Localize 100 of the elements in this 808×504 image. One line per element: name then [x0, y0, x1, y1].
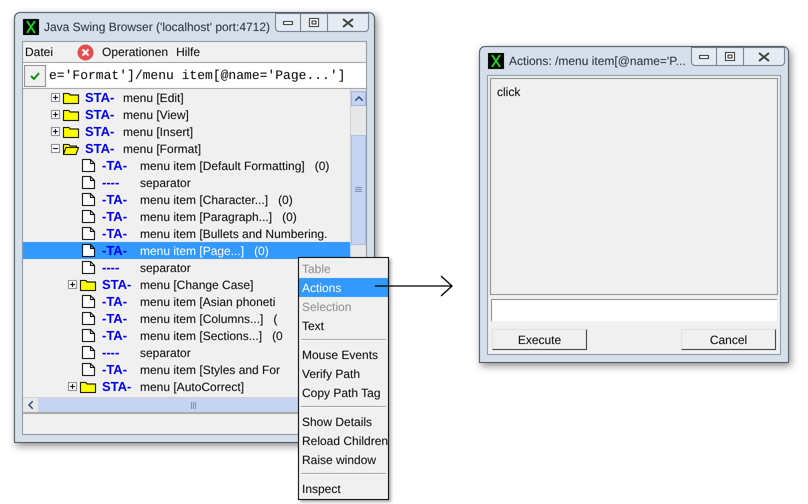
node-label: menu item [Bullets and Numbering. [140, 226, 328, 242]
tree-row[interactable]: -TA- menu item [Paragraph...] (0) [23, 208, 350, 225]
close-button[interactable] [327, 13, 370, 32]
file-icon [82, 159, 94, 172]
expand-icon[interactable] [68, 382, 77, 391]
tree-row[interactable]: ---- separator [23, 174, 350, 191]
app-logo-icon [488, 53, 504, 69]
node-label: separator [140, 174, 191, 192]
expand-icon[interactable] [51, 127, 60, 136]
tree-row[interactable]: -TA- menu item [Bullets and Numbering. [23, 225, 350, 242]
expand-icon[interactable] [51, 110, 60, 119]
node-label: menu [Format] [123, 140, 202, 158]
node-label: menu item [Page...] [140, 242, 244, 260]
node-tag: -TA- [102, 308, 140, 328]
file-icon [82, 363, 94, 376]
file-icon [82, 176, 94, 189]
folder-icon [63, 108, 79, 120]
node-tag: -TA- [102, 156, 140, 176]
close-button[interactable] [742, 47, 785, 66]
file-icon [82, 244, 94, 257]
node-tag: STA- [102, 274, 140, 294]
node-count: (0) [278, 192, 293, 208]
node-label: menu [Insert] [123, 124, 194, 140]
node-label: menu item [Styles and For [140, 362, 280, 378]
scroll-up-button[interactable] [351, 91, 366, 106]
node-tag: STA- [85, 89, 123, 108]
action-item[interactable]: click [496, 83, 522, 99]
node-label: menu item [Character...] [140, 192, 268, 208]
file-icon [82, 295, 94, 308]
expand-icon[interactable] [68, 280, 77, 289]
close-icon [342, 18, 354, 28]
node-count: (0) [254, 242, 269, 260]
node-label: separator [140, 260, 191, 276]
scroll-thumb[interactable] [351, 135, 366, 245]
node-tag: STA- [102, 376, 140, 396]
maximize-button[interactable] [301, 13, 328, 32]
folder-icon [63, 126, 79, 138]
file-icon [82, 312, 94, 325]
node-tag: -TA- [102, 326, 140, 346]
menu-item[interactable]: Hilfe [176, 43, 200, 61]
dialog-button[interactable]: Execute [492, 329, 587, 350]
node-label: menu [AutoCorrect] [140, 378, 244, 396]
node-label: menu item [Default Formatting] [140, 158, 305, 174]
window-title: Java Swing Browser ('localhost' port:4712) [44, 19, 270, 36]
input-field[interactable] [491, 299, 777, 321]
maximize-icon [309, 18, 320, 27]
close-icon [758, 52, 770, 62]
menu-item[interactable]: Operationen [102, 43, 168, 61]
context-menu-item[interactable]: Inspect [299, 479, 388, 498]
tree-row[interactable]: -TA- menu item [Default Formatting] (0) [23, 157, 350, 174]
minimize-button[interactable] [690, 47, 717, 66]
file-icon [82, 329, 94, 342]
file-icon [82, 193, 94, 206]
minimize-icon [698, 54, 709, 58]
node-tag: -TA- [102, 292, 140, 312]
dialog-button[interactable]: Cancel [681, 329, 776, 350]
stop-icon[interactable] [77, 44, 94, 60]
file-icon [82, 261, 94, 274]
tree-row[interactable]: -TA- menu item [Character...] (0) [23, 191, 350, 208]
file-icon [82, 346, 94, 359]
context-menu-item[interactable]: Copy Path Tag [299, 383, 388, 402]
expand-icon[interactable] [51, 93, 60, 102]
file-icon [82, 210, 94, 223]
tree-row[interactable]: STA- menu [View] [23, 106, 350, 123]
maximize-button[interactable] [716, 47, 743, 66]
folder-icon [63, 92, 79, 104]
node-label: menu [Edit] [123, 90, 184, 106]
node-tag: ---- [102, 342, 140, 362]
node-tag: -TA- [102, 224, 140, 244]
context-menu-item[interactable]: Raise window [299, 450, 388, 469]
collapse-icon[interactable] [51, 144, 60, 153]
tree-row[interactable]: STA- menu [Edit] [23, 89, 350, 106]
open-folder-icon [63, 142, 79, 154]
node-label: menu [View] [123, 106, 189, 124]
minimize-button[interactable] [275, 13, 302, 32]
tree-row[interactable]: STA- menu [Insert] [23, 123, 350, 140]
menu-item[interactable]: Datei [25, 43, 54, 61]
file-icon [82, 227, 94, 240]
context-menu-item[interactable]: Reload Children [299, 431, 388, 450]
node-tag: -TA- [102, 190, 140, 210]
node-count: (0) [314, 158, 330, 174]
node-label: menu item [Asian phoneti [140, 294, 276, 310]
node-label: separator [140, 344, 191, 362]
context-menu-item[interactable]: Show Details [299, 412, 388, 431]
context-menu-item[interactable]: Text [299, 316, 388, 335]
node-label: menu item [Paragraph...] [140, 208, 272, 226]
tree-row[interactable]: STA- menu [Format] [23, 140, 350, 157]
app-logo-icon [23, 19, 39, 35]
valid-checkbox[interactable] [24, 64, 46, 86]
node-tag: STA- [85, 104, 123, 124]
node-label: menu item [Sections...] [140, 328, 262, 344]
node-tag: -TA- [102, 206, 140, 226]
node-count: ( [273, 310, 278, 328]
folder-icon [80, 278, 96, 290]
node-tag: ---- [102, 258, 140, 278]
scroll-left-icon[interactable] [28, 401, 33, 409]
node-count: (0 [272, 328, 283, 344]
context-menu-item[interactable]: Mouse Events [299, 345, 388, 364]
context-menu-item[interactable]: Verify Path [299, 364, 388, 383]
node-count: (0) [282, 208, 297, 226]
